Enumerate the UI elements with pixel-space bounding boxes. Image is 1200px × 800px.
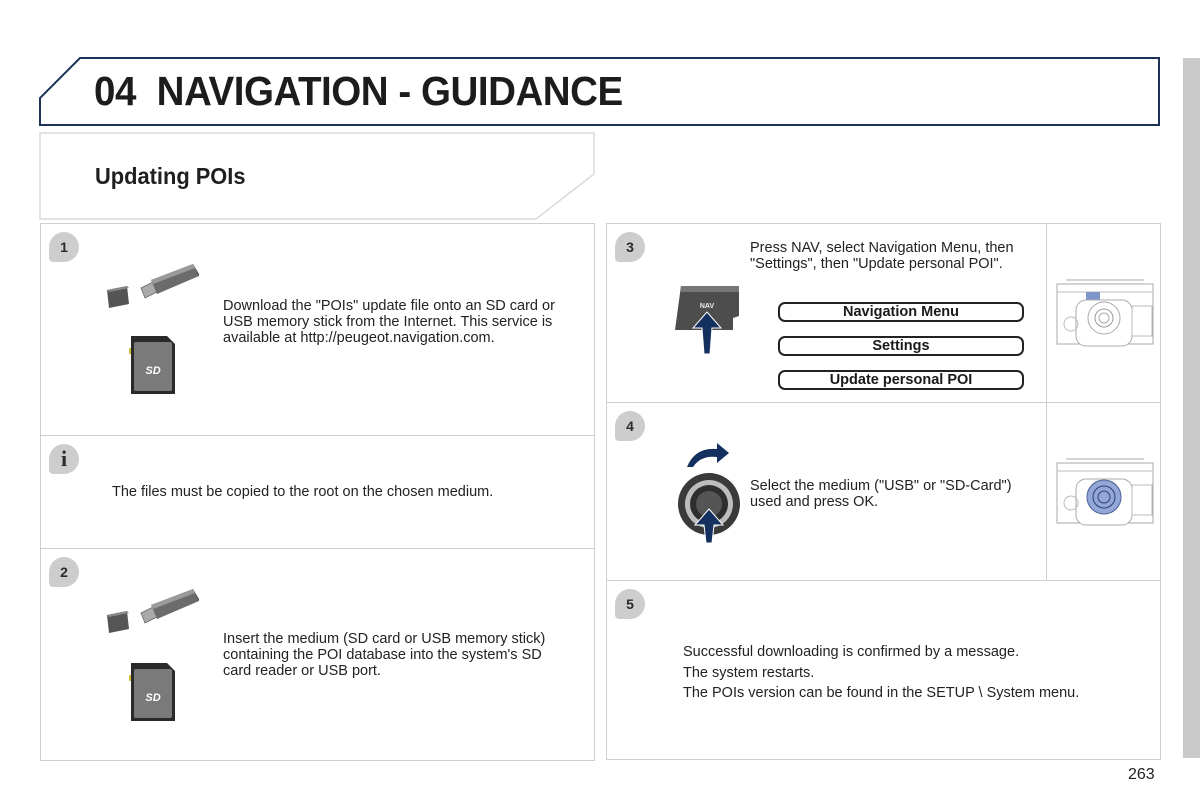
- radio-console-icon: [1056, 279, 1154, 347]
- step-4-text: Select the medium ("USB" or "SD-Card") u…: [750, 478, 1012, 510]
- rotary-knob-icon: [678, 443, 740, 544]
- chapter-title-text: NAVIGATION - GUIDANCE: [156, 68, 624, 114]
- chapter-title: 04 NAVIGATION - GUIDANCE: [94, 68, 623, 115]
- sd-card-icon: SD: [129, 663, 175, 721]
- step-badge: 2: [49, 557, 79, 587]
- step-5-panel: 5 Successful downloading is confirmed by…: [606, 580, 1161, 760]
- page-number: 263: [1128, 766, 1155, 783]
- menu-item-settings[interactable]: Settings: [778, 336, 1024, 356]
- step-badge: 4: [615, 411, 645, 441]
- step-1-panel: 1 SD Download the "POIs" update file ont…: [40, 223, 595, 436]
- nav-button-label: NAV: [700, 303, 715, 310]
- menu-item-update-personal-poi[interactable]: Update personal POI: [778, 370, 1024, 390]
- step-3-console-panel: [1046, 223, 1161, 403]
- step-4-console-panel: [1046, 402, 1161, 581]
- step-1-text: Download the "POIs" update file onto an …: [223, 298, 555, 346]
- sd-card-icon: SD: [129, 336, 175, 394]
- section-title: Updating POIs: [95, 163, 246, 189]
- info-text: The files must be copied to the root on …: [112, 484, 494, 500]
- step-badge: 3: [615, 232, 645, 262]
- step-badge: 5: [615, 589, 645, 619]
- info-icon: i: [49, 444, 79, 474]
- radio-console-knob-icon: [1056, 458, 1154, 526]
- usb-stick-icon: [107, 589, 199, 633]
- step-3-text: Press NAV, select Navigation Menu, then …: [750, 240, 1014, 272]
- usb-stick-icon: [107, 264, 199, 308]
- menu-item-navigation-menu[interactable]: Navigation Menu: [778, 302, 1024, 322]
- step-5-line-3: The POIs version can be found in the SET…: [683, 685, 1080, 701]
- info-panel: i The files must be copied to the root o…: [40, 435, 595, 549]
- step-4-panel: 4 Select the medium ("USB" or "SD-Card")…: [606, 402, 1047, 581]
- step-2-text: Insert the medium (SD card or USB memory…: [223, 631, 546, 679]
- nav-button-icon: NAV: [675, 286, 739, 355]
- chapter-number: 04: [94, 68, 136, 114]
- step-5-line-1: Successful downloading is confirmed by a…: [683, 644, 1020, 660]
- svg-text:SD: SD: [145, 692, 160, 704]
- side-tab: [1183, 58, 1200, 758]
- step-5-line-2: The system restarts.: [683, 665, 815, 681]
- step-badge: 1: [49, 232, 79, 262]
- svg-text:SD: SD: [145, 365, 160, 377]
- step-2-panel: 2 SD Insert the medium (SD card or USB m…: [40, 548, 595, 761]
